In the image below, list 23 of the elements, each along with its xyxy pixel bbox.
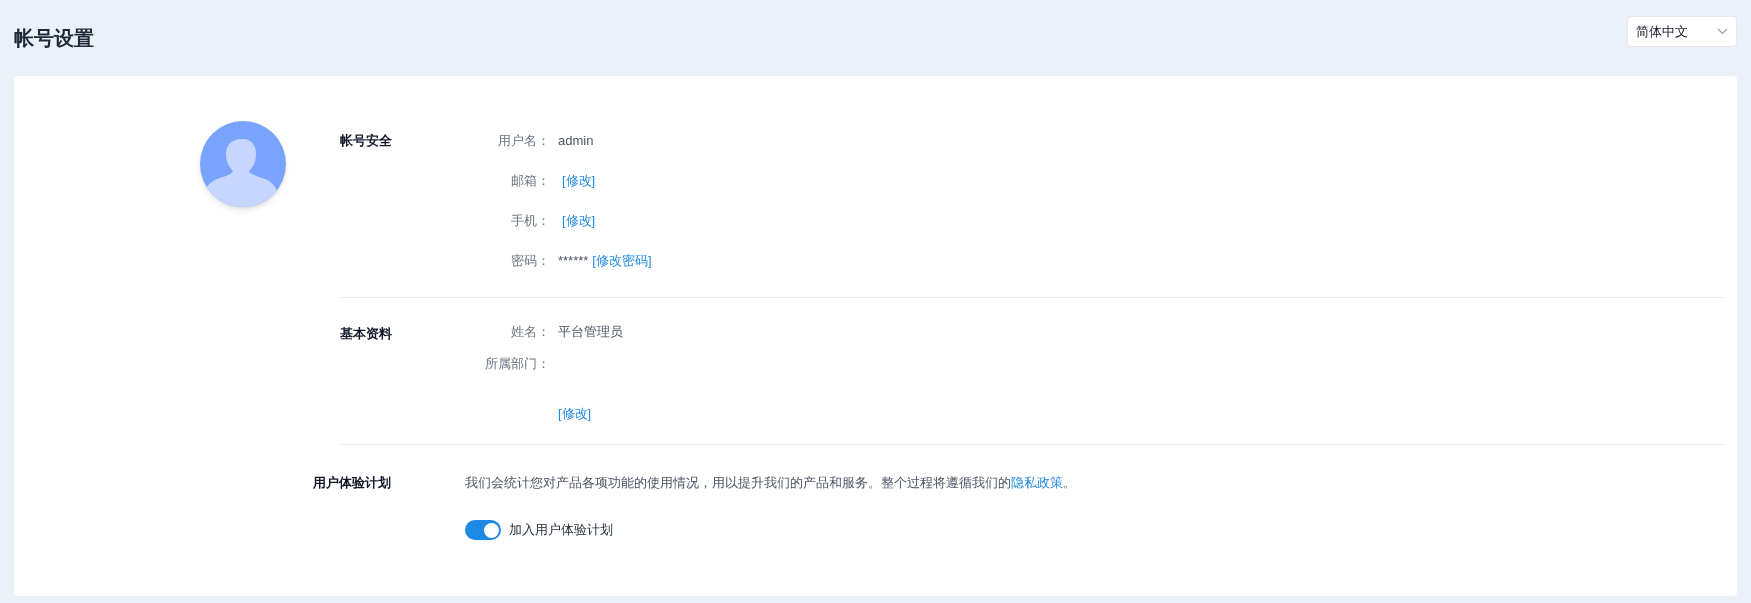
toggle-switch[interactable] (465, 520, 501, 540)
page-title: 帐号设置 (14, 26, 94, 51)
field-label: 用户名： (497, 132, 550, 151)
field-label: 姓名： (510, 323, 550, 342)
chevron-down-icon (1717, 28, 1728, 35)
field-value: ****** (558, 252, 589, 271)
field-label: 手机： (510, 212, 550, 231)
section-heading: 用户体验计划 (313, 473, 392, 492)
language-select[interactable]: 简体中文 (1627, 16, 1737, 47)
field-label: 邮箱： (510, 172, 550, 191)
section-heading: 帐号安全 (340, 132, 393, 150)
edit-link[interactable]: [修改密码] (592, 251, 652, 271)
privacy-policy-link[interactable]: 隐私政策 (1011, 474, 1063, 490)
plan-description: 我们会统计您对产品各项功能的使用情况，用以提升我们的产品和服务。整个过程将遵循我们的隐私政策。 (465, 473, 1076, 492)
edit-link[interactable]: [修改] (558, 211, 596, 231)
field-label: 密码： (510, 252, 550, 271)
toggle-label: 加入用户体验计划 (509, 521, 613, 540)
edit-link[interactable]: [修改] (558, 171, 596, 191)
section-heading: 基本资料 (340, 325, 393, 343)
edit-link[interactable]: [修改] (558, 404, 623, 424)
field-value: admin (558, 132, 594, 151)
field-value: 平台管理员 (557, 323, 623, 342)
field-label: 所属部门： (484, 355, 550, 374)
